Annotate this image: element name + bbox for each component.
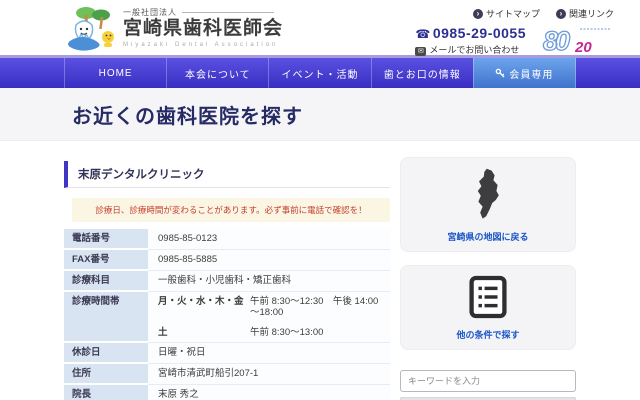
org-type-label: 一般社団法人 (123, 7, 177, 18)
logo-80-text: 80 (543, 26, 570, 55)
row-label: 電話番号 (64, 229, 148, 249)
row-label: 診療時間帯 (64, 291, 148, 342)
site-subtitle: Miyazaki Dental Association (123, 42, 283, 48)
main-nav: HOME 本会について イベント・活動 歯とお口の情報 会員専用 (0, 55, 640, 88)
schedule-time: 午前 8:30～13:00 (250, 327, 323, 338)
mail-icon: ✉ (415, 47, 426, 56)
row-value: 月・火・水・木・金 午前 8:30～12:30 午後 14:00～18:00 土… (148, 291, 390, 342)
nav-item-members[interactable]: 会員専用 (473, 58, 576, 88)
sitemap-link[interactable]: › サイトマップ (473, 7, 540, 20)
table-row-phone: 電話番号 0985-85-0123 (64, 229, 390, 249)
row-value: 末原 秀之 (148, 384, 390, 400)
notice-banner: 診療日、診療時間が変わることがあります。必ず事前に電話で確認を！ (72, 198, 390, 222)
table-row-hours: 診療時間帯 月・火・水・木・金 午前 8:30～12:30 午後 14:00～1… (64, 291, 390, 342)
pref-map-card[interactable]: 宮崎県の地図に戻る (400, 157, 576, 252)
phone-number-text: 0985-29-0055 (433, 25, 526, 41)
header-utilities: › サイトマップ › 関連リンク ☎0985-29-0055 ✉メールでお問い合… (415, 7, 614, 56)
arrow-circle-icon: › (473, 9, 483, 19)
mail-contact-link[interactable]: ✉メールでお問い合わせ (415, 43, 526, 56)
nav-item-events[interactable]: イベント・活動 (268, 58, 370, 88)
clinic-detail-column: 末原デンタルクリニック 診療日、診療時間が変わることがあります。必ず事前に電話で… (64, 141, 390, 400)
schedule-time: 午前 8:30～12:30 午後 14:00～18:00 (250, 296, 380, 318)
main-content: 末原デンタルクリニック 診療日、診療時間が変わることがあります。必ず事前に電話で… (0, 141, 640, 400)
back-to-pref-map-link[interactable]: 宮崎県の地図に戻る (407, 230, 569, 243)
utility-links: › サイトマップ › 関連リンク (415, 7, 614, 20)
nav-item-oral-info[interactable]: 歯とお口の情報 (371, 58, 473, 88)
row-value: 日曜・祝日 (148, 342, 390, 363)
org-type-rule (182, 12, 274, 13)
table-row-director: 院長 末原 秀之 (64, 384, 390, 400)
nav-members-label: 会員専用 (509, 66, 553, 81)
related-links-label: 関連リンク (569, 7, 614, 20)
keyword-input[interactable] (400, 370, 576, 392)
row-label: 休診日 (64, 342, 148, 363)
related-links-link[interactable]: › 関連リンク (556, 7, 614, 20)
row-value: 0985-85-5885 (148, 249, 390, 270)
row-label: 院長 (64, 384, 148, 400)
key-icon (495, 68, 505, 78)
logo-20-text: 20 (574, 39, 592, 55)
sidebar: 宮崎県の地図に戻る 他の条件で探す フリーワード検索 (400, 141, 576, 400)
miyazaki-map-icon (468, 167, 508, 221)
row-label: FAX番号 (64, 249, 148, 270)
org-type: 一般社団法人 (123, 7, 283, 18)
page-title: お近くの歯科医院を探す (72, 100, 303, 129)
schedule-days: 土 (158, 327, 250, 338)
clinic-name-heading: 末原デンタルクリニック (64, 161, 390, 188)
row-label: 住所 (64, 363, 148, 384)
row-value: 一般歯科・小児歯科・矯正歯科 (148, 270, 390, 291)
row-value: 宮崎市清武町船引207-1 (148, 363, 390, 384)
sitemap-link-label: サイトマップ (486, 7, 540, 20)
schedule-line: 土 午前 8:30～13:00 (158, 327, 380, 338)
list-icon (469, 275, 507, 319)
mail-contact-label: メールでお問い合わせ (429, 45, 519, 55)
clinic-details-table: 電話番号 0985-85-0123 FAX番号 0985-85-5885 診療科… (64, 229, 390, 400)
table-row-address: 住所 宮崎市清武町船引207-1 (64, 363, 390, 384)
nav-item-home[interactable]: HOME (64, 58, 166, 88)
mascot-icon (68, 3, 120, 53)
table-row-departments: 診療科目 一般歯科・小児歯科・矯正歯科 (64, 270, 390, 291)
contact-block: ☎0985-29-0055 ✉メールでお問い合わせ 80 20 (415, 25, 614, 56)
table-row-fax: FAX番号 0985-85-5885 (64, 249, 390, 270)
other-conditions-card[interactable]: 他の条件で探す (400, 265, 576, 350)
site-header: 一般社団法人 宮崎県歯科医師会 Miyazaki Dental Associat… (0, 0, 640, 55)
arrow-circle-icon: › (556, 9, 566, 19)
header-phone-number[interactable]: ☎0985-29-0055 (415, 25, 526, 41)
site-logo[interactable]: 一般社団法人 宮崎県歯科医師会 Miyazaki Dental Associat… (68, 3, 283, 53)
nav-item-about[interactable]: 本会について (166, 58, 268, 88)
nav-items: HOME 本会について イベント・活動 歯とお口の情報 会員専用 (64, 58, 576, 88)
logo-8020-icon: 80 20 (542, 25, 614, 55)
phone-icon: ☎ (415, 27, 430, 41)
row-value: 0985-85-0123 (148, 229, 390, 249)
other-conditions-link[interactable]: 他の条件で探す (407, 328, 569, 341)
table-row-closed: 休診日 日曜・祝日 (64, 342, 390, 363)
logo-text: 一般社団法人 宮崎県歯科医師会 Miyazaki Dental Associat… (123, 3, 283, 48)
schedule-line: 月・火・水・木・金 午前 8:30～12:30 午後 14:00～18:00 (158, 296, 380, 318)
page-title-band: お近くの歯科医院を探す (0, 88, 640, 141)
schedule-days: 月・火・水・木・金 (158, 296, 250, 318)
row-label: 診療科目 (64, 270, 148, 291)
phone-mail-block: ☎0985-29-0055 ✉メールでお問い合わせ (415, 25, 526, 56)
page-root: 一般社団法人 宮崎県歯科医師会 Miyazaki Dental Associat… (0, 0, 640, 400)
site-title: 宮崎県歯科医師会 (123, 18, 283, 41)
